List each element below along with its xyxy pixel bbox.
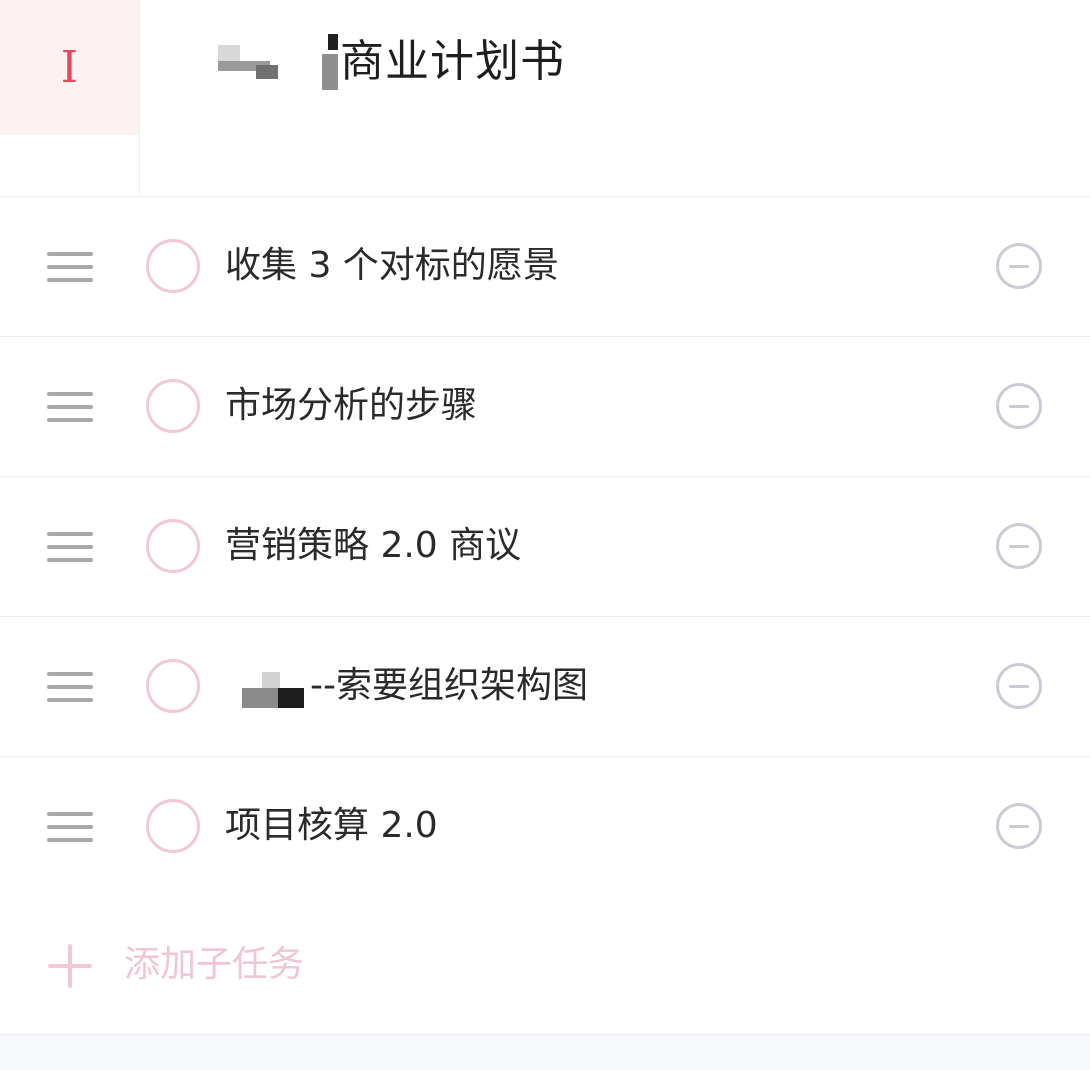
remove-icon[interactable] [996,803,1042,849]
task-header: I 商业计划书 [0,0,1090,197]
redaction-mosaic [242,672,304,708]
add-subtask-button[interactable]: 添加子任务 [0,896,1090,1035]
complete-checkbox[interactable] [146,519,200,573]
remove-icon[interactable] [996,243,1042,289]
subtask-text[interactable]: 收集 3 个对标的愿景 [225,245,559,287]
drag-handle-icon[interactable] [47,528,93,566]
task-detail-page: I 商业计划书 收集 3 个对标的愿景 市场分析的步骤 营销策略 2.0 商议 [0,0,1090,1070]
task-title[interactable]: 商业计划书 [218,30,565,94]
redaction-mosaic [322,34,344,90]
header-divider [139,0,140,196]
priority-button[interactable]: I [0,0,139,135]
complete-checkbox[interactable] [146,659,200,713]
complete-checkbox[interactable] [146,799,200,853]
subtask-row: 市场分析的步骤 [0,337,1090,477]
subtask-row: 收集 3 个对标的愿景 [0,197,1090,337]
complete-checkbox[interactable] [146,239,200,293]
drag-handle-icon[interactable] [47,808,93,846]
remove-icon[interactable] [996,523,1042,569]
subtask-text[interactable]: 项目核算 2.0 [225,805,438,847]
drag-handle-icon[interactable] [47,388,93,426]
task-title-text: 商业计划书 [340,36,565,87]
subtask-text[interactable]: --索要组织架构图 [310,665,588,707]
remove-icon[interactable] [996,383,1042,429]
subtask-text[interactable]: 营销策略 2.0 商议 [225,525,521,567]
complete-checkbox[interactable] [146,379,200,433]
drag-handle-icon[interactable] [47,668,93,706]
priority-icon: I [60,41,79,93]
remove-icon[interactable] [996,663,1042,709]
bottom-band [0,1035,1090,1070]
subtask-list: 收集 3 个对标的愿景 市场分析的步骤 营销策略 2.0 商议 --索要组织架构… [0,197,1090,897]
drag-handle-icon[interactable] [47,248,93,286]
add-subtask-label: 添加子任务 [124,944,305,985]
redaction-mosaic [218,45,278,79]
subtask-row: 项目核算 2.0 [0,757,1090,897]
subtask-text[interactable]: 市场分析的步骤 [225,385,477,427]
subtask-row: --索要组织架构图 [0,617,1090,757]
subtask-row: 营销策略 2.0 商议 [0,477,1090,617]
plus-icon [48,944,92,988]
